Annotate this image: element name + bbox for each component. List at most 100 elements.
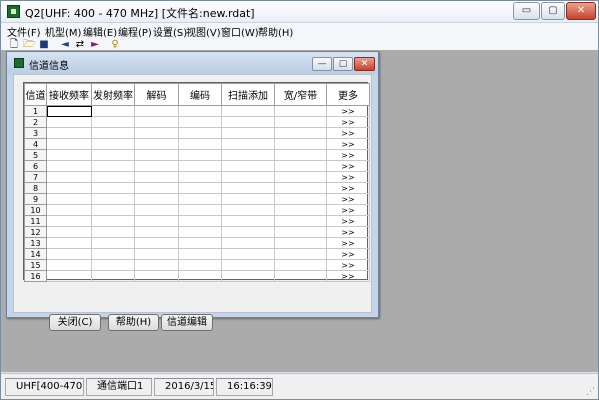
scan-add-cell[interactable]	[221, 116, 275, 128]
encode-cell[interactable]	[178, 160, 222, 172]
bandwidth-cell[interactable]	[274, 160, 327, 172]
encode-cell[interactable]	[178, 127, 222, 139]
more-cell[interactable]: >>	[326, 105, 370, 117]
decode-cell[interactable]	[134, 127, 179, 139]
tx-freq-cell[interactable]	[91, 149, 135, 161]
col-header-tx-freq[interactable]: 发射频率	[91, 83, 135, 106]
bandwidth-cell[interactable]	[274, 237, 327, 249]
dialog-minimize-button[interactable]: —	[312, 57, 332, 71]
more-cell[interactable]: >>	[326, 237, 370, 249]
decode-cell[interactable]	[134, 204, 179, 216]
rx-freq-cell[interactable]	[46, 105, 92, 117]
encode-cell[interactable]	[178, 259, 222, 271]
tx-freq-cell[interactable]	[91, 248, 135, 260]
minimize-button[interactable]: ▭	[513, 2, 540, 20]
encode-cell[interactable]	[178, 204, 222, 216]
tx-freq-cell[interactable]	[91, 204, 135, 216]
rx-freq-cell[interactable]	[46, 270, 92, 282]
tx-freq-cell[interactable]	[91, 259, 135, 271]
bandwidth-cell[interactable]	[274, 116, 327, 128]
new-file-icon[interactable]: 🗋	[8, 39, 20, 50]
menu-edit[interactable]: 编辑(E)	[83, 24, 117, 39]
decode-cell[interactable]	[134, 193, 179, 205]
tx-freq-cell[interactable]	[91, 160, 135, 172]
decode-cell[interactable]	[134, 259, 179, 271]
dialog-maximize-button[interactable]: ▢	[333, 57, 353, 71]
decode-cell[interactable]	[134, 105, 179, 117]
col-header-rx-freq[interactable]: 接收频率	[46, 83, 92, 106]
open-folder-icon[interactable]: 🗁	[23, 39, 35, 50]
encode-cell[interactable]	[178, 270, 222, 282]
scan-add-cell[interactable]	[221, 215, 275, 227]
bandwidth-cell[interactable]	[274, 138, 327, 150]
more-cell[interactable]: >>	[326, 171, 370, 183]
title-bar[interactable]: Q2[UHF: 400 - 470 MHz] [文件名:new.rdat] ▭ …	[1, 1, 598, 23]
menu-program[interactable]: 编程(P)	[118, 24, 152, 39]
scan-add-cell[interactable]	[221, 248, 275, 260]
rx-freq-cell[interactable]	[46, 160, 92, 172]
encode-cell[interactable]	[178, 105, 222, 117]
maximize-button[interactable]: ▢	[541, 2, 565, 20]
scan-add-cell[interactable]	[221, 138, 275, 150]
dialog-title-bar[interactable]: 信道信息 — ▢ ✕	[7, 52, 378, 74]
scan-add-cell[interactable]	[221, 237, 275, 249]
bandwidth-cell[interactable]	[274, 127, 327, 139]
more-cell[interactable]: >>	[326, 259, 370, 271]
decode-cell[interactable]	[134, 149, 179, 161]
tx-freq-cell[interactable]	[91, 105, 135, 117]
tx-freq-cell[interactable]	[91, 182, 135, 194]
scan-add-cell[interactable]	[221, 171, 275, 183]
more-cell[interactable]: >>	[326, 215, 370, 227]
bandwidth-cell[interactable]	[274, 193, 327, 205]
col-header-bandwidth[interactable]: 宽/窄带	[274, 83, 327, 106]
decode-cell[interactable]	[134, 270, 179, 282]
write-radio-icon[interactable]: ⇄	[74, 39, 86, 50]
encode-cell[interactable]	[178, 237, 222, 249]
bandwidth-cell[interactable]	[274, 105, 327, 117]
encode-cell[interactable]	[178, 193, 222, 205]
bandwidth-cell[interactable]	[274, 171, 327, 183]
rx-freq-cell[interactable]	[46, 237, 92, 249]
scan-add-cell[interactable]	[221, 160, 275, 172]
scan-add-cell[interactable]	[221, 182, 275, 194]
col-header-channel[interactable]: 信道	[24, 83, 47, 106]
rx-freq-cell[interactable]	[46, 226, 92, 238]
write-to-radio-icon[interactable]: ►	[89, 39, 101, 50]
decode-cell[interactable]	[134, 171, 179, 183]
col-header-decode[interactable]: 解码	[134, 83, 179, 106]
menu-help[interactable]: 帮助(H)	[258, 24, 293, 39]
scan-add-cell[interactable]	[221, 226, 275, 238]
decode-cell[interactable]	[134, 182, 179, 194]
bandwidth-cell[interactable]	[274, 270, 327, 282]
decode-cell[interactable]	[134, 226, 179, 238]
help-button[interactable]: 帮助(H)	[108, 314, 159, 331]
menu-view[interactable]: 视图(V)	[186, 24, 221, 39]
col-header-encode[interactable]: 编码	[178, 83, 222, 106]
scan-add-cell[interactable]	[221, 259, 275, 271]
col-header-more[interactable]: 更多	[326, 83, 370, 106]
decode-cell[interactable]	[134, 116, 179, 128]
menu-window[interactable]: 窗口(W)	[221, 24, 259, 39]
more-cell[interactable]: >>	[326, 270, 370, 282]
save-icon[interactable]: ■	[38, 39, 50, 50]
tx-freq-cell[interactable]	[91, 237, 135, 249]
encode-cell[interactable]	[178, 149, 222, 161]
more-cell[interactable]: >>	[326, 138, 370, 150]
rx-freq-cell[interactable]	[46, 149, 92, 161]
menu-model[interactable]: 机型(M)	[45, 24, 81, 39]
tx-freq-cell[interactable]	[91, 138, 135, 150]
close-dialog-button[interactable]: 关闭(C)	[49, 314, 101, 331]
bandwidth-cell[interactable]	[274, 248, 327, 260]
rx-freq-cell[interactable]	[46, 215, 92, 227]
decode-cell[interactable]	[134, 237, 179, 249]
more-cell[interactable]: >>	[326, 248, 370, 260]
resize-grip-icon[interactable]: ⋰	[586, 387, 596, 397]
read-from-radio-icon[interactable]: ◄	[59, 39, 71, 50]
close-button[interactable]: ✕	[566, 2, 596, 20]
encode-cell[interactable]	[178, 182, 222, 194]
menu-settings[interactable]: 设置(S)	[153, 24, 187, 39]
bandwidth-cell[interactable]	[274, 149, 327, 161]
tx-freq-cell[interactable]	[91, 127, 135, 139]
scan-add-cell[interactable]	[221, 127, 275, 139]
more-cell[interactable]: >>	[326, 116, 370, 128]
